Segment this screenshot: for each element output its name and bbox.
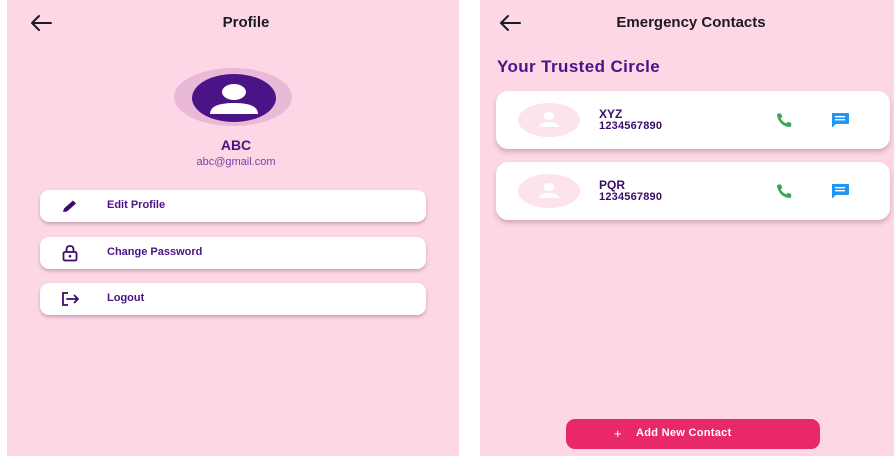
phone-icon[interactable]	[773, 182, 795, 200]
add-contact-label: Add New Contact	[636, 427, 732, 439]
contact-phone: 1234567890	[599, 191, 663, 203]
page-title: Profile	[222, 14, 270, 31]
contact-name: PQR	[599, 178, 626, 192]
section-heading: Your Trusted Circle	[497, 57, 661, 76]
pencil-icon	[60, 197, 80, 215]
person-icon	[539, 183, 559, 198]
menu-label: Change Password	[107, 246, 203, 258]
add-new-contact-button[interactable]: + Add New Contact	[566, 419, 820, 449]
plus-icon: +	[614, 426, 622, 441]
contact-phone: 1234567890	[599, 120, 663, 132]
edit-profile-button[interactable]: Edit Profile	[40, 190, 426, 222]
profile-name: ABC	[220, 137, 252, 153]
lock-icon	[60, 244, 80, 262]
change-password-button[interactable]: Change Password	[40, 237, 426, 269]
phone-icon[interactable]	[773, 111, 795, 129]
profile-screen: Profile ABC abc@gmail.com Edit Profile C…	[7, 0, 459, 456]
page-title: Emergency Contacts	[616, 14, 766, 31]
emergency-contacts-screen: Emergency Contacts Your Trusted Circle X…	[480, 0, 894, 456]
contact-name: XYZ	[599, 107, 623, 121]
contact-card: PQR 1234567890	[496, 162, 890, 220]
message-icon[interactable]	[829, 111, 851, 129]
avatar	[192, 74, 276, 122]
contact-avatar	[518, 174, 580, 208]
person-icon	[539, 112, 559, 127]
logout-button[interactable]: Logout	[40, 283, 426, 315]
message-icon[interactable]	[829, 182, 851, 200]
profile-email: abc@gmail.com	[196, 156, 276, 168]
menu-label: Logout	[107, 292, 145, 304]
logout-icon	[60, 290, 80, 308]
menu-label: Edit Profile	[107, 199, 166, 211]
person-icon	[210, 84, 258, 114]
contact-avatar	[518, 103, 580, 137]
contact-card: XYZ 1234567890	[496, 91, 890, 149]
